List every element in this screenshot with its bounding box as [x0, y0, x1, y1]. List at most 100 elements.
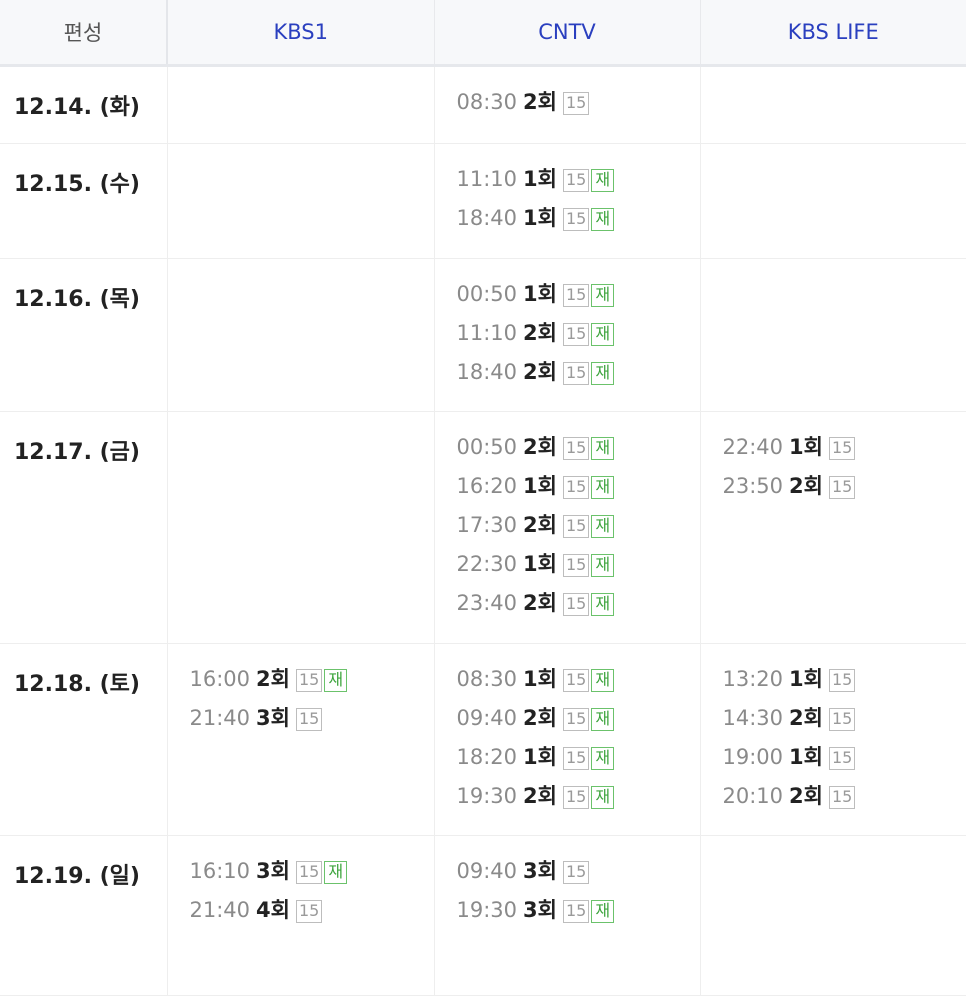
airing-slot[interactable]: 21:404회15: [190, 895, 434, 934]
schedule-cell: 11:101회15재18:401회15재: [434, 144, 700, 259]
rerun-badge: 재: [591, 554, 614, 577]
airing-slot[interactable]: 08:302회15: [457, 87, 700, 126]
airing-slot[interactable]: 19:302회15재: [457, 781, 700, 820]
schedule-row: 12.15. (수) 11:101회15재18:401회15재: [0, 144, 966, 259]
episode-number: 2회: [789, 474, 823, 498]
airing-slot[interactable]: 22:301회15재: [457, 549, 700, 588]
rerun-badge: 재: [591, 208, 614, 231]
age-rating-badge: 15: [296, 861, 322, 884]
episode-number: 2회: [789, 706, 823, 730]
schedule-date: 12.16. (목): [0, 259, 167, 412]
schedule-cell: [167, 66, 434, 144]
airing-slot[interactable]: 19:303회15재: [457, 895, 700, 934]
age-rating-badge: 15: [829, 476, 855, 499]
airing-slot[interactable]: 13:201회15: [723, 664, 966, 703]
age-rating-badge: 15: [563, 786, 589, 809]
column-header-kbs-life[interactable]: KBS LIFE: [700, 0, 966, 66]
airing-slot[interactable]: 09:402회15재: [457, 703, 700, 742]
rerun-badge: 재: [591, 437, 614, 460]
episode-number: 2회: [523, 321, 557, 345]
schedule-cell: 22:401회1523:502회15: [700, 412, 966, 644]
airing-time: 16:00: [190, 667, 251, 691]
airing-slot[interactable]: 16:103회15재: [190, 856, 434, 895]
age-rating-badge: 15: [829, 747, 855, 770]
airing-time: 16:20: [457, 474, 518, 498]
airing-slot[interactable]: 00:501회15재: [457, 279, 700, 318]
age-rating-badge: 15: [563, 900, 589, 923]
rerun-badge: 재: [591, 515, 614, 538]
airing-slot[interactable]: 21:403회15: [190, 703, 434, 742]
airing-slot[interactable]: 16:002회15재: [190, 664, 434, 703]
airing-time: 23:40: [457, 591, 518, 615]
schedule-date: 12.17. (금): [0, 412, 167, 644]
rerun-badge: 재: [591, 476, 614, 499]
airing-time: 09:40: [457, 859, 518, 883]
schedule-cell: [167, 144, 434, 259]
airing-slot[interactable]: 11:101회15재: [457, 164, 700, 203]
age-rating-badge: 15: [829, 786, 855, 809]
age-rating-badge: 15: [563, 554, 589, 577]
airing-slot[interactable]: 18:401회15재: [457, 203, 700, 242]
episode-number: 2회: [523, 90, 557, 114]
episode-number: 3회: [523, 859, 557, 883]
airing-time: 00:50: [457, 282, 518, 306]
airing-slot[interactable]: 20:102회15: [723, 781, 966, 820]
airing-slot[interactable]: 16:201회 15재: [457, 471, 700, 510]
airing-slot[interactable]: 09:403회 15: [457, 856, 700, 895]
schedule-date: 12.14. (화): [0, 66, 167, 144]
episode-number: 1회: [523, 282, 557, 306]
schedule-row: 12.19. (일)16:103회15재21:404회1509:403회1519…: [0, 836, 966, 996]
episode-number: 3회: [256, 859, 290, 883]
airing-time: 18:20: [457, 745, 518, 769]
broadcast-schedule-table: 편성 KBS1 CNTV KBS LIFE 12.14. (화)08:302회1…: [0, 0, 966, 996]
schedule-cell: 16:002회15재21:403회15: [167, 644, 434, 836]
age-rating-badge: 15: [563, 747, 589, 770]
airing-slot[interactable]: 18:201회15재: [457, 742, 700, 781]
airing-slot[interactable]: 19:001회15: [723, 742, 966, 781]
airing-slot[interactable]: 18:402회15재: [457, 357, 700, 396]
schedule-cell: 00:501회15재11:102회15재18:402회15재: [434, 259, 700, 412]
episode-number: 1회: [523, 745, 557, 769]
airing-time: 13:20: [723, 667, 784, 691]
age-rating-badge: 15: [563, 861, 589, 884]
age-rating-badge: 15: [563, 437, 589, 460]
age-rating-badge: 15: [563, 669, 589, 692]
airing-slot[interactable]: 23:402회15재: [457, 588, 700, 627]
airing-slot[interactable]: 23:502회15: [723, 471, 966, 510]
schedule-cell: 16:103회15재21:404회15: [167, 836, 434, 996]
age-rating-badge: 15: [563, 476, 589, 499]
airing-slot[interactable]: 00:502회15재: [457, 432, 700, 471]
airing-slot[interactable]: 11:102회15재: [457, 318, 700, 357]
airing-time: 11:10: [457, 167, 518, 191]
airing-slot[interactable]: 14:302회 15: [723, 703, 966, 742]
schedule-cell: 09:403회1519:303회15재: [434, 836, 700, 996]
column-header-kbs1[interactable]: KBS1: [167, 0, 434, 66]
airing-time: 21:40: [190, 898, 251, 922]
rerun-badge: 재: [324, 669, 347, 692]
age-rating-badge: 15: [829, 708, 855, 731]
schedule-cell: [167, 259, 434, 412]
airing-time: 18:40: [457, 206, 518, 230]
airing-slot[interactable]: 08:301회15재: [457, 664, 700, 703]
schedule-cell: [700, 144, 966, 259]
rerun-badge: 재: [591, 169, 614, 192]
episode-number: 1회: [523, 667, 557, 691]
schedule-row: 12.18. (토)16:002회15재21:403회1508:301회15재0…: [0, 644, 966, 836]
schedule-cell: [167, 412, 434, 644]
column-header-cntv[interactable]: CNTV: [434, 0, 700, 66]
schedule-cell: 00:502회15재16:201회15재17:302회15재22:301회15재…: [434, 412, 700, 644]
schedule-date: 12.15. (수): [0, 144, 167, 259]
rerun-badge: 재: [591, 708, 614, 731]
airing-time: 19:30: [457, 898, 518, 922]
schedule-cell: 13:201회1514:302회1519:001회1520:102회15: [700, 644, 966, 836]
airing-time: 08:30: [457, 90, 518, 114]
airing-slot[interactable]: 22:401회15: [723, 432, 966, 471]
episode-number: 2회: [523, 435, 557, 459]
schedule-cell: [700, 66, 966, 144]
schedule-date: 12.18. (토): [0, 644, 167, 836]
airing-slot[interactable]: 17:302회15재: [457, 510, 700, 549]
episode-number: 1회: [523, 474, 557, 498]
rerun-badge: 재: [591, 593, 614, 616]
airing-time: 14:30: [723, 706, 784, 730]
schedule-header: 편성 KBS1 CNTV KBS LIFE: [0, 0, 966, 66]
